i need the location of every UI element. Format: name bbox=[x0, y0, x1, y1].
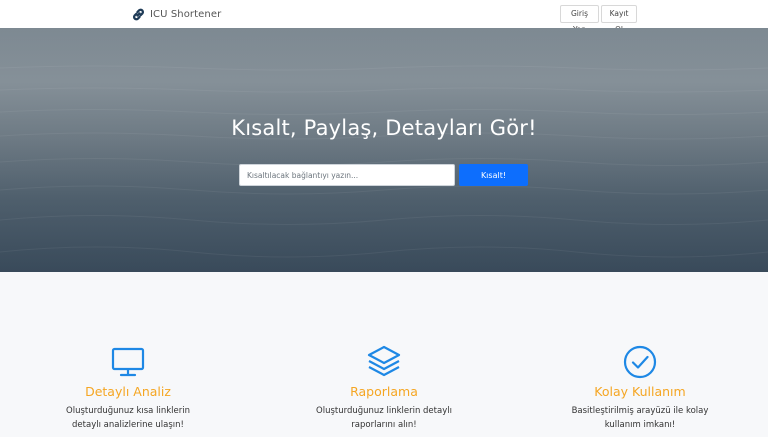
layers-icon bbox=[367, 345, 401, 377]
shorten-button[interactable]: Kısalt! bbox=[459, 164, 528, 186]
feature-description-line: raporlarını alın! bbox=[351, 420, 417, 430]
feature-description: Oluşturduğunuz linklerin detaylı raporla… bbox=[284, 404, 484, 432]
feature-title: Kolay Kullanım bbox=[594, 384, 686, 399]
url-input[interactable] bbox=[239, 164, 455, 186]
link-icon bbox=[133, 8, 144, 20]
feature-description-line: Oluşturduğunuz linklerin detaylı bbox=[316, 406, 452, 416]
brand-link[interactable]: ICU Shortener bbox=[130, 6, 221, 22]
navbar: ICU Shortener Giriş Yap Kayıt Ol bbox=[0, 0, 768, 34]
check-circle-icon bbox=[623, 345, 657, 379]
feature-title: Detaylı Analiz bbox=[85, 384, 171, 399]
hero-title: Kısalt, Paylaş, Detayları Gör! bbox=[231, 116, 537, 140]
feature-description: Oluşturduğunuz kısa linklerin detaylı an… bbox=[28, 404, 228, 432]
feature-description-line: detaylı analizlerine ulaşın! bbox=[72, 420, 184, 430]
feature-description: Basitleştirilmiş arayüzü ile kolay kulla… bbox=[540, 404, 740, 432]
register-button[interactable]: Kayıt Ol bbox=[601, 5, 637, 34]
feature-title: Raporlama bbox=[350, 384, 418, 399]
hero-section: Kısalt, Paylaş, Detayları Gör! Kısalt! bbox=[0, 28, 768, 272]
feature-description-line: Oluşturduğunuz kısa linklerin bbox=[66, 406, 190, 416]
feature-description-line: kullanım imkanı! bbox=[604, 420, 676, 430]
monitor-icon bbox=[111, 347, 145, 377]
sea-background-image bbox=[0, 28, 768, 272]
features-section: Detaylı Analiz Oluşturduğunuz kısa linkl… bbox=[0, 272, 768, 437]
brand-name: ICU Shortener bbox=[150, 8, 222, 20]
login-button[interactable]: Giriş Yap bbox=[560, 5, 599, 34]
feature-description-line: Basitleştirilmiş arayüzü ile kolay bbox=[571, 406, 709, 416]
